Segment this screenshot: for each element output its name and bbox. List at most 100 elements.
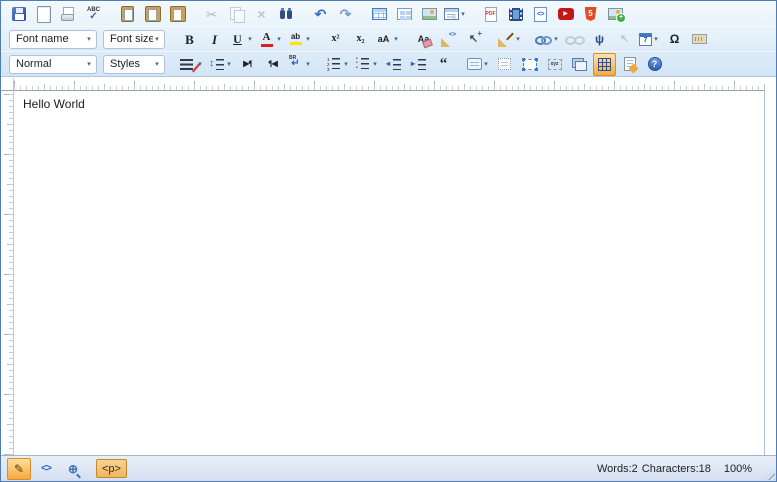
ruler-corner bbox=[1, 78, 14, 91]
spell-check-button[interactable] bbox=[82, 3, 105, 26]
tag-path-button[interactable]: <p> bbox=[96, 459, 127, 478]
insert-template-button[interactable] bbox=[443, 3, 468, 26]
italic-icon: I bbox=[206, 31, 223, 48]
editor-area: Hello World bbox=[1, 78, 776, 455]
format-painter-button[interactable] bbox=[496, 28, 523, 51]
paste-button[interactable] bbox=[116, 3, 139, 26]
insert-media-button[interactable] bbox=[504, 3, 527, 26]
clean-code-button[interactable]: <> bbox=[437, 28, 460, 51]
indent-button[interactable]: ▸ bbox=[407, 53, 430, 76]
cursor-action-icon: ↖ bbox=[616, 31, 633, 48]
statusbar: ✎<>⊕ <p> Words:2 Characters:18 100% bbox=[1, 455, 776, 481]
bold-button[interactable]: B bbox=[178, 28, 201, 51]
blockquote-button[interactable]: “ bbox=[432, 53, 455, 76]
show-paragraphs-icon bbox=[498, 58, 511, 70]
custom-tag-button[interactable]: xyz bbox=[543, 53, 566, 76]
change-case-icon: aA bbox=[375, 31, 392, 48]
insert-html5-button[interactable]: 5 bbox=[579, 3, 602, 26]
delete-icon: × bbox=[253, 6, 270, 23]
paste-icon bbox=[119, 6, 136, 23]
clean-code-icon: <> bbox=[440, 31, 457, 48]
edit-mode-button[interactable]: ✎ bbox=[7, 458, 31, 480]
redo-button[interactable]: ↷ bbox=[334, 3, 357, 26]
line-break-button[interactable]: ↵ bbox=[286, 53, 313, 76]
right-to-left-icon: ¶◀ bbox=[264, 56, 281, 73]
font-size-combo[interactable]: Font size bbox=[103, 30, 165, 49]
select-all-button[interactable]: ↖ bbox=[462, 28, 485, 51]
change-case-button[interactable]: aA bbox=[374, 28, 401, 51]
text-color-button[interactable]: A bbox=[257, 28, 284, 51]
page-properties-button[interactable] bbox=[618, 53, 641, 76]
right-to-left-button[interactable]: ¶◀ bbox=[261, 53, 284, 76]
highlight-color-button[interactable]: ab bbox=[286, 28, 313, 51]
save-button[interactable] bbox=[7, 3, 30, 26]
virtual-keyboard-button[interactable] bbox=[688, 28, 711, 51]
embed-code-button[interactable]: <> bbox=[529, 3, 552, 26]
superscript-button[interactable]: x² bbox=[324, 28, 347, 51]
find-replace-button[interactable] bbox=[275, 3, 298, 26]
anchor-button[interactable]: ψ bbox=[588, 28, 611, 51]
left-to-right-button[interactable]: ▶¶ bbox=[236, 53, 259, 76]
paragraph-format-combo[interactable]: Normal bbox=[9, 55, 97, 74]
dropdown-arrow-icon bbox=[85, 35, 93, 43]
editor-canvas[interactable]: Hello World bbox=[14, 91, 765, 455]
insert-link-button[interactable] bbox=[534, 28, 561, 51]
select-block-button[interactable] bbox=[518, 53, 541, 76]
numbered-list-button[interactable] bbox=[324, 53, 351, 76]
outdent-button[interactable]: ◂ bbox=[382, 53, 405, 76]
layers-button[interactable] bbox=[568, 53, 591, 76]
preview-button[interactable]: ⊕ bbox=[61, 458, 85, 480]
show-paragraphs-button[interactable] bbox=[493, 53, 516, 76]
statusbar-info: Words:2 Characters:18 100% bbox=[597, 463, 770, 475]
insert-table-button[interactable] bbox=[368, 3, 391, 26]
subscript-button[interactable]: x₂ bbox=[349, 28, 372, 51]
indent-icon: ▸ bbox=[410, 56, 427, 73]
source-view-button[interactable]: <> bbox=[34, 458, 58, 480]
insert-image-button[interactable] bbox=[418, 3, 441, 26]
save-icon bbox=[12, 7, 26, 21]
alignment-icon bbox=[179, 56, 196, 73]
dropdown-arrow-icon bbox=[371, 60, 379, 68]
remove-format-button[interactable]: Aa bbox=[412, 28, 435, 51]
special-character-button[interactable]: Ω bbox=[663, 28, 686, 51]
select-block-icon bbox=[523, 59, 537, 70]
undo-icon: ↶ bbox=[312, 6, 329, 23]
font-name-combo[interactable]: Font name bbox=[9, 30, 97, 49]
undo-button[interactable]: ↶ bbox=[309, 3, 332, 26]
highlight-color-icon: ab bbox=[287, 31, 304, 48]
export-pdf-button[interactable]: PDF bbox=[479, 3, 502, 26]
styles-combo[interactable]: Styles bbox=[103, 55, 165, 74]
new-page-button[interactable] bbox=[32, 3, 55, 26]
insert-datetime-icon: 7 bbox=[639, 33, 652, 46]
add-image-icon bbox=[608, 8, 623, 20]
underline-button[interactable]: U bbox=[228, 28, 255, 51]
line-height-button[interactable]: ↕ bbox=[207, 53, 234, 76]
editor-text: Hello World bbox=[14, 91, 764, 111]
delete-button: × bbox=[250, 3, 273, 26]
dropdown-arrow-icon bbox=[514, 35, 522, 43]
table-cells-icon bbox=[397, 8, 412, 20]
add-image-button[interactable] bbox=[604, 3, 627, 26]
show-grid-button[interactable] bbox=[593, 53, 616, 76]
paste-from-word-button[interactable]: W bbox=[166, 3, 189, 26]
select-all-icon: ↖ bbox=[465, 31, 482, 48]
outdent-icon: ◂ bbox=[385, 56, 402, 73]
bulleted-list-button[interactable] bbox=[353, 53, 380, 76]
dropdown-arrow-icon bbox=[153, 60, 161, 68]
cut-button: ✂ bbox=[200, 3, 223, 26]
alignment-button[interactable] bbox=[178, 53, 205, 76]
font-name-value: Font name bbox=[16, 33, 69, 45]
table-cells-button[interactable] bbox=[393, 3, 416, 26]
copy-button bbox=[225, 3, 248, 26]
remove-format-icon: Aa bbox=[415, 31, 432, 48]
insert-youtube-button[interactable]: ▶ bbox=[554, 3, 577, 26]
insert-youtube-icon: ▶ bbox=[558, 8, 574, 20]
paste-plain-text-button[interactable]: ≡ bbox=[141, 3, 164, 26]
print-button[interactable] bbox=[57, 3, 80, 26]
help-button[interactable]: ? bbox=[643, 53, 666, 76]
div-container-button[interactable] bbox=[466, 53, 491, 76]
insert-datetime-button[interactable]: 7 bbox=[638, 28, 661, 51]
format-painter-icon bbox=[497, 31, 514, 48]
styles-value: Styles bbox=[110, 58, 140, 70]
italic-button[interactable]: I bbox=[203, 28, 226, 51]
